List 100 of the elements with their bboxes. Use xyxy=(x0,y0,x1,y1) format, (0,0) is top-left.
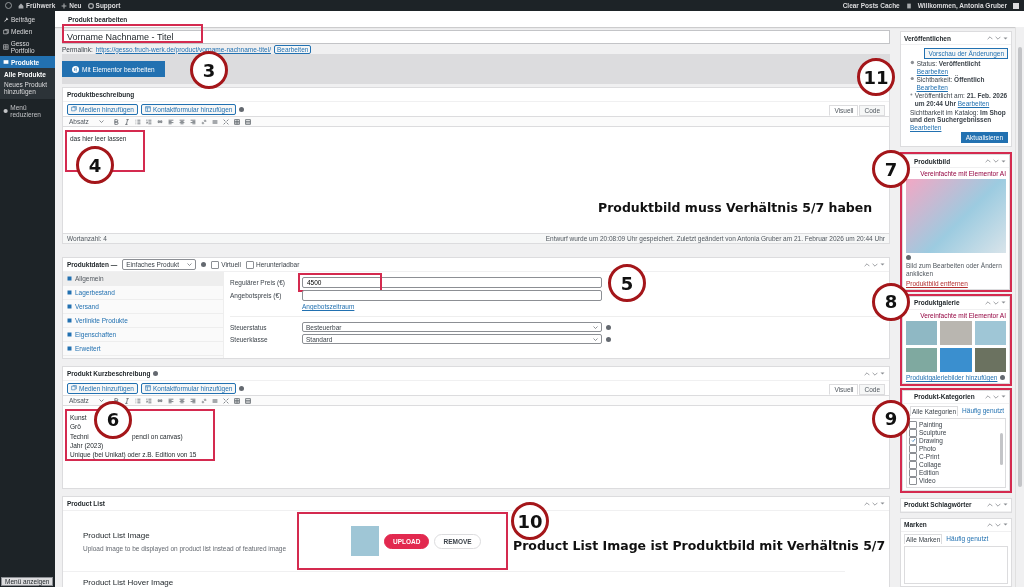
checkbox[interactable] xyxy=(909,460,917,469)
help-icon[interactable] xyxy=(906,255,911,261)
toolbar-toggle-icon[interactable] xyxy=(244,118,251,125)
photo-placeholder[interactable] xyxy=(940,320,972,345)
circle-icon xyxy=(3,107,9,114)
number-marker: 6 xyxy=(94,401,132,439)
checkbox[interactable] xyxy=(909,468,917,477)
price-field[interactable] xyxy=(302,290,602,301)
caret-down-icon xyxy=(98,120,104,123)
checkbox[interactable] xyxy=(245,260,254,269)
caret-down-icon xyxy=(593,325,598,329)
field-label: Product List Hover Image xyxy=(83,578,175,587)
checkbox[interactable] xyxy=(909,452,917,461)
table-icon[interactable] xyxy=(233,118,240,125)
bullet-list-icon[interactable] xyxy=(134,118,141,125)
quote-icon[interactable] xyxy=(156,397,163,404)
scrollbar-thumb[interactable] xyxy=(1000,432,1003,465)
photo-placeholder[interactable] xyxy=(906,347,938,372)
chevron-down-icon[interactable] xyxy=(993,300,999,305)
caret-down-icon[interactable] xyxy=(1003,36,1008,40)
help-icon[interactable] xyxy=(239,385,245,391)
photo-placeholder[interactable] xyxy=(906,320,938,345)
chevron-down-icon[interactable] xyxy=(993,394,999,399)
align-right-icon[interactable] xyxy=(189,397,196,404)
help-icon[interactable] xyxy=(239,106,245,112)
chevron-down-icon[interactable] xyxy=(872,262,878,267)
italic-icon[interactable] xyxy=(123,118,130,125)
pushpin-icon xyxy=(3,17,9,23)
chevron-down-icon[interactable] xyxy=(993,159,999,164)
caret-down-icon[interactable] xyxy=(1001,395,1006,399)
help-icon[interactable] xyxy=(1000,374,1006,380)
caret-down-icon[interactable] xyxy=(1001,301,1006,305)
align-left-icon[interactable] xyxy=(167,397,174,404)
chevron-down-icon[interactable] xyxy=(872,501,878,506)
form-icon xyxy=(144,385,151,391)
photo-placeholder[interactable] xyxy=(940,347,972,372)
box-icon xyxy=(3,59,9,66)
caret-down-icon[interactable] xyxy=(880,263,885,266)
photo-placeholder[interactable] xyxy=(974,347,1006,372)
plus-icon xyxy=(61,2,68,9)
checkbox[interactable] xyxy=(909,420,917,429)
chevron-up-icon[interactable] xyxy=(864,371,870,376)
align-right-icon[interactable] xyxy=(189,118,196,125)
chevron-down-icon[interactable] xyxy=(872,371,878,376)
chevron-up-icon[interactable] xyxy=(985,159,991,164)
form-icon xyxy=(144,106,151,112)
home-icon xyxy=(18,2,24,9)
annotation-text: Product List Image ist Produktbild mit Verhältnis 5/7 xyxy=(513,538,886,553)
toolbar-toggle-icon[interactable] xyxy=(244,397,251,404)
caret-down-icon xyxy=(98,399,104,402)
checkbox[interactable] xyxy=(909,428,917,437)
checkbox[interactable] xyxy=(909,444,917,453)
chevron-up-icon[interactable] xyxy=(987,502,993,507)
media-icon xyxy=(71,106,77,112)
chevron-up-icon[interactable] xyxy=(985,300,991,305)
checkbox[interactable] xyxy=(909,436,917,445)
italic-icon[interactable] xyxy=(123,397,130,404)
caret-down-icon[interactable] xyxy=(880,502,885,505)
chevron-up-icon[interactable] xyxy=(864,501,870,506)
ring-icon xyxy=(87,2,94,9)
annotation-text: Produktbild muss Verhältnis 5/7 haben xyxy=(598,200,873,215)
caret-down-icon[interactable] xyxy=(1003,523,1008,527)
chevron-up-icon[interactable] xyxy=(987,522,993,527)
fullscreen-icon[interactable] xyxy=(222,397,229,404)
bullet-list-icon[interactable] xyxy=(134,397,141,404)
caret-down-icon xyxy=(593,337,598,341)
checkmark-icon xyxy=(910,438,916,444)
page-scrollbar[interactable] xyxy=(1015,27,1024,587)
horizontal-line-icon[interactable] xyxy=(211,118,218,125)
table-icon[interactable] xyxy=(233,397,240,404)
caret-down-icon[interactable] xyxy=(1001,159,1006,163)
avatar-placeholder[interactable] xyxy=(1013,2,1019,9)
numbered-list-icon[interactable] xyxy=(145,118,152,125)
caret-down-icon[interactable] xyxy=(1003,503,1008,507)
grid-icon xyxy=(3,44,9,51)
align-center-icon[interactable] xyxy=(178,397,185,404)
checkbox[interactable] xyxy=(211,260,220,269)
align-center-icon[interactable] xyxy=(178,118,185,125)
number-marker: 4 xyxy=(76,146,114,184)
caret-down-icon[interactable] xyxy=(880,372,885,375)
checkbox[interactable] xyxy=(909,476,917,485)
numbered-list-icon[interactable] xyxy=(145,397,152,404)
quote-icon[interactable] xyxy=(156,118,163,125)
title-field[interactable]: Vorname Nachname - Titel xyxy=(62,30,890,44)
media-icon xyxy=(3,29,9,35)
align-left-icon[interactable] xyxy=(167,118,174,125)
chevron-down-icon[interactable] xyxy=(995,522,1001,527)
chevron-down-icon[interactable] xyxy=(995,36,1001,40)
fullscreen-icon[interactable] xyxy=(222,118,229,125)
chevron-up-icon[interactable] xyxy=(987,36,993,40)
help-icon[interactable] xyxy=(201,262,207,267)
horizontal-line-icon[interactable] xyxy=(211,397,218,404)
chevron-down-icon[interactable] xyxy=(995,502,1001,507)
number-marker: 10 xyxy=(511,502,549,540)
chevron-up-icon[interactable] xyxy=(985,394,991,399)
caret-down-icon xyxy=(187,263,193,266)
help-icon[interactable] xyxy=(153,371,159,376)
bold-icon[interactable] xyxy=(112,118,119,125)
chevron-up-icon[interactable] xyxy=(864,262,870,267)
bold-icon[interactable] xyxy=(112,397,119,404)
